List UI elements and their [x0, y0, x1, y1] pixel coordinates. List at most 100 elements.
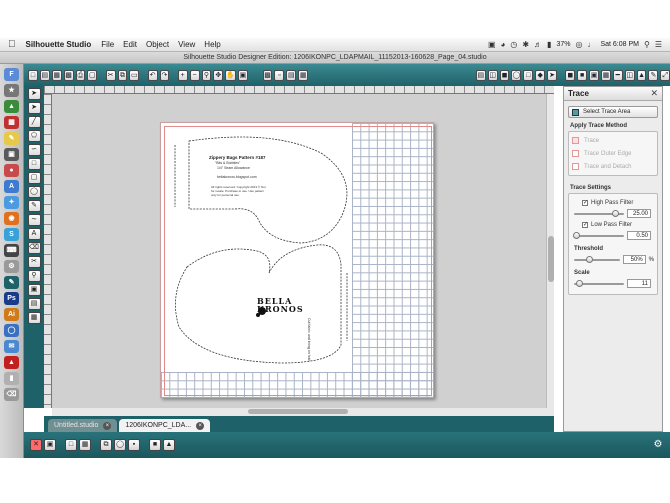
- launchpad-icon[interactable]: ★: [4, 84, 19, 97]
- pen-settings-icon[interactable]: ✎: [648, 69, 659, 81]
- mirror-icon[interactable]: ◯: [114, 439, 126, 451]
- trash-icon[interactable]: ⌫: [4, 388, 19, 401]
- settings-icon[interactable]: ⚙: [652, 439, 664, 451]
- zoom-drag-icon[interactable]: ✥: [213, 69, 224, 81]
- threshold-knob[interactable]: [586, 255, 593, 263]
- trace-tool-icon[interactable]: ◫: [624, 69, 635, 81]
- select-tool-bottom-icon[interactable]: ▦: [79, 439, 91, 451]
- low-pass-knob[interactable]: [573, 231, 580, 239]
- group-icon[interactable]: ▩: [262, 69, 273, 81]
- design-page[interactable]: Zippery Bags Pattern #187 "Bits & Bobble…: [160, 122, 434, 398]
- notes-icon[interactable]: ✎: [4, 132, 19, 145]
- curve-tool-icon[interactable]: ∽: [27, 144, 41, 156]
- trace-and-detach-button[interactable]: Trace and Detach: [572, 160, 654, 173]
- spotlight-icon[interactable]: ⚲: [644, 40, 650, 49]
- print-icon[interactable]: ⎙: [75, 69, 86, 81]
- knife-tool-icon[interactable]: ✂: [27, 256, 41, 268]
- volume-icon[interactable]: ♬: [534, 40, 542, 49]
- skype-icon[interactable]: S: [4, 228, 19, 241]
- cut-settings-icon[interactable]: ◆: [535, 69, 546, 81]
- horizontal-scroll-thumb[interactable]: [248, 409, 348, 414]
- scale-value[interactable]: 11: [627, 279, 651, 288]
- terminal-icon[interactable]: ⌨: [4, 244, 19, 257]
- text-tool-icon[interactable]: A: [27, 228, 41, 240]
- preview-icon[interactable]: ▣: [4, 148, 19, 161]
- line-style-icon[interactable]: ━: [612, 69, 623, 81]
- high-pass-value[interactable]: 25.00: [627, 209, 651, 218]
- close-tab-icon[interactable]: ×: [103, 421, 112, 430]
- clock[interactable]: Sat 6:08 PM: [600, 41, 639, 48]
- volume-speaker-icon[interactable]: ♩: [587, 40, 595, 49]
- rounded-rect-tool-icon[interactable]: ▢: [27, 172, 41, 184]
- calendar-icon[interactable]: ▦: [4, 116, 19, 129]
- library-icon[interactable]: ▦: [51, 69, 62, 81]
- ellipse-tool-icon[interactable]: ◯: [27, 186, 41, 198]
- illustrator-icon[interactable]: Ai: [4, 308, 19, 321]
- horizontal-scrollbar[interactable]: [52, 408, 554, 416]
- menu-view[interactable]: View: [178, 40, 195, 49]
- threshold-value[interactable]: 50%: [623, 255, 646, 264]
- polygon-tool-icon[interactable]: ⬠: [27, 130, 41, 142]
- edit-points-icon[interactable]: ➤: [27, 102, 41, 114]
- registration-marks-icon[interactable]: ▣: [27, 284, 41, 296]
- menu-file[interactable]: File: [101, 40, 114, 49]
- notification-icon[interactable]: ☰: [655, 40, 662, 49]
- low-pass-slider[interactable]: [573, 231, 624, 239]
- mail-icon[interactable]: ✉: [4, 340, 19, 353]
- trace-outer-edge-button[interactable]: Trace Outer Edge: [572, 147, 654, 160]
- select-tool-icon[interactable]: ➤: [27, 88, 41, 100]
- pattern-shapes[interactable]: [161, 123, 434, 398]
- redo-icon[interactable]: ↷: [159, 69, 170, 81]
- vertical-scroll-thumb[interactable]: [548, 236, 554, 282]
- bring-forward-icon[interactable]: ▲: [163, 439, 175, 451]
- library-tool-icon[interactable]: ▦: [27, 312, 41, 324]
- wifi-icon[interactable]: ◕: [501, 40, 506, 49]
- low-pass-checkbox[interactable]: ✓: [582, 222, 588, 228]
- cut-print-icon[interactable]: ▢: [87, 69, 98, 81]
- transform-icon[interactable]: ⤢: [660, 69, 670, 81]
- menu-edit[interactable]: Edit: [123, 40, 137, 49]
- firefox-icon[interactable]: ◉: [4, 212, 19, 225]
- open-file-icon[interactable]: ▤: [39, 69, 50, 81]
- paste-icon[interactable]: ▭: [129, 69, 140, 81]
- appstore-icon[interactable]: A: [4, 180, 19, 193]
- low-pass-value[interactable]: 0.50: [627, 231, 651, 240]
- fit-page-icon[interactable]: ▣: [237, 69, 248, 81]
- time-machine-icon[interactable]: ◷: [510, 40, 517, 49]
- cut-icon[interactable]: ✂: [105, 69, 116, 81]
- pan-icon[interactable]: ✋: [225, 69, 236, 81]
- gradient-icon[interactable]: ▣: [589, 69, 599, 81]
- modify-icon[interactable]: ◼: [499, 69, 510, 81]
- close-icon[interactable]: ✕: [650, 88, 658, 99]
- offset-icon[interactable]: ◯: [511, 69, 522, 81]
- display-icon[interactable]: ▣: [488, 40, 496, 49]
- copy-icon[interactable]: ⧉: [117, 69, 128, 81]
- high-pass-checkbox[interactable]: ✓: [582, 200, 588, 206]
- save-icon[interactable]: ▩: [63, 69, 74, 81]
- delete-icon[interactable]: ✕: [30, 439, 42, 451]
- pattern-icon[interactable]: ▦: [600, 69, 611, 81]
- zoom-out-icon[interactable]: −: [189, 69, 200, 81]
- select-all-icon[interactable]: ▣: [44, 439, 56, 451]
- weld-icon[interactable]: ▪: [128, 439, 140, 451]
- release-compound-icon[interactable]: ▦: [298, 69, 309, 81]
- store-icon[interactable]: ▲: [636, 69, 647, 81]
- folder-icon[interactable]: ▮: [4, 372, 19, 385]
- zoom-select-icon[interactable]: ⚲: [201, 69, 212, 81]
- scale-knob[interactable]: [576, 279, 583, 287]
- high-pass-slider[interactable]: [574, 209, 624, 217]
- fill-color-icon[interactable]: ◼: [565, 69, 576, 81]
- web-icon[interactable]: ◯: [4, 324, 19, 337]
- align-icon[interactable]: ▤: [475, 69, 486, 81]
- airport-icon[interactable]: ◎: [575, 40, 582, 49]
- replicate-icon[interactable]: ◫: [487, 69, 498, 81]
- battery-icon[interactable]: ▮: [547, 40, 551, 49]
- duplicate-icon[interactable]: ⧉: [100, 439, 112, 451]
- smooth-freehand-icon[interactable]: ∼: [27, 214, 41, 226]
- safari-icon[interactable]: ✦: [4, 196, 19, 209]
- eraser-tool-icon[interactable]: ⌫: [27, 242, 41, 254]
- close-tab-icon[interactable]: ×: [196, 421, 205, 430]
- apple-menu-icon[interactable]: : [8, 39, 16, 50]
- trace-button[interactable]: Trace: [572, 134, 654, 147]
- line-tool-icon[interactable]: ╱: [27, 116, 41, 128]
